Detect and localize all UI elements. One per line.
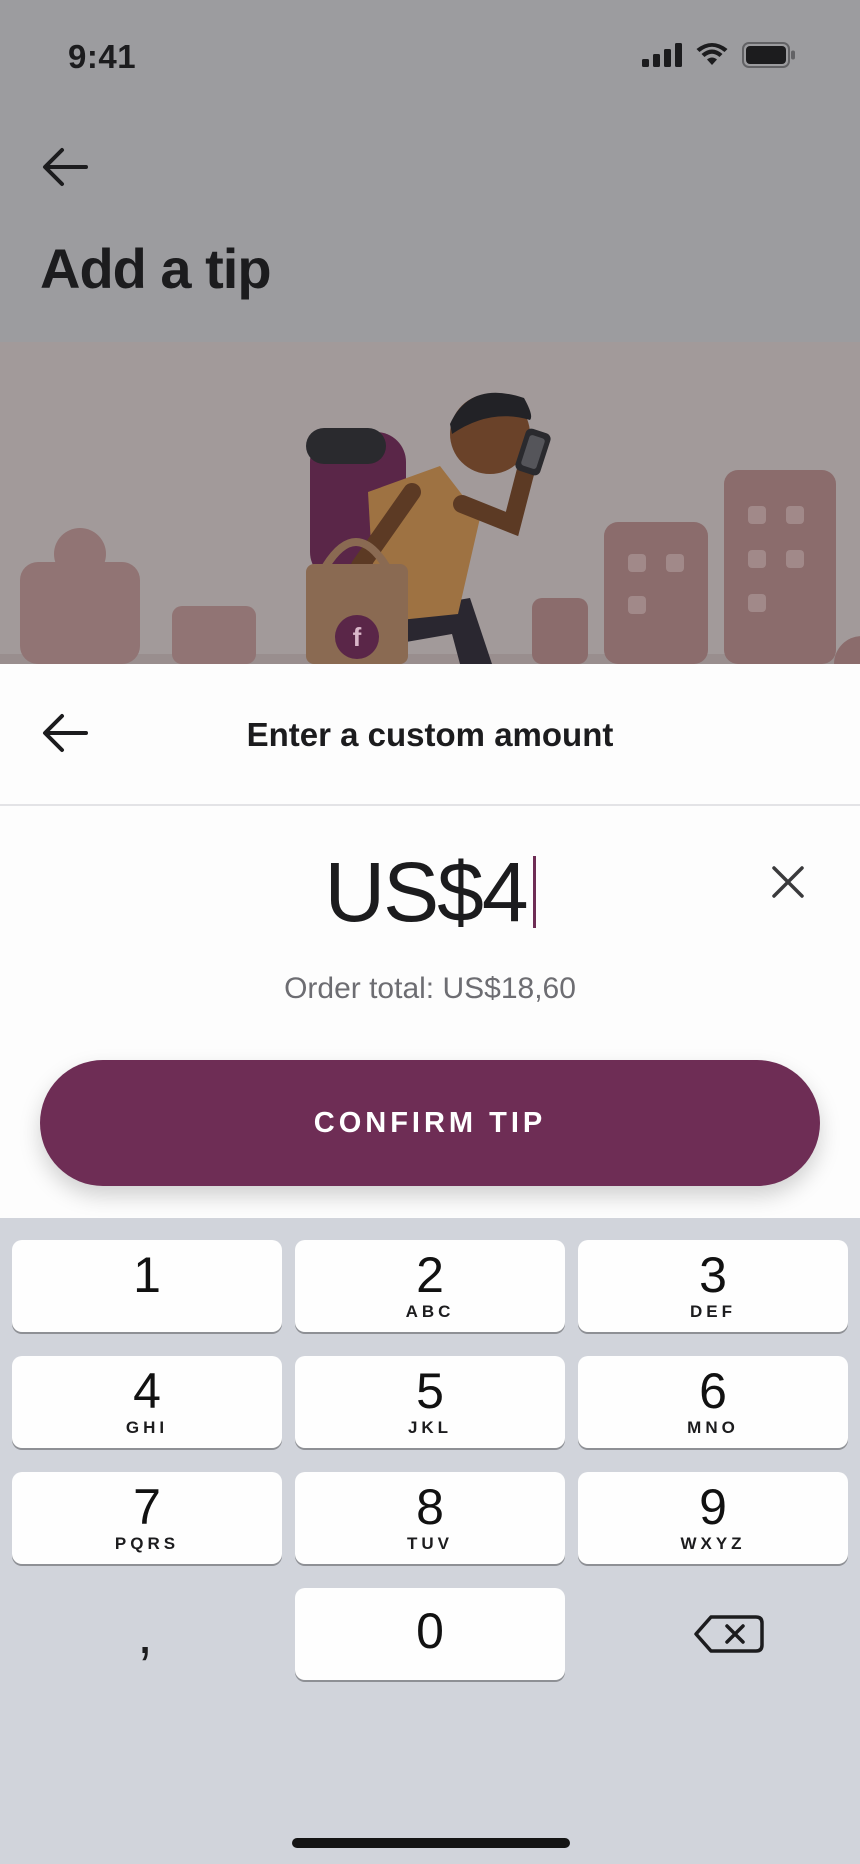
key-5[interactable]: 5 JKL [295, 1356, 565, 1448]
key-letters: MNO [687, 1418, 739, 1437]
battery-icon [742, 42, 795, 68]
amount-value: US$4 [324, 845, 528, 939]
home-indicator [292, 1838, 570, 1848]
key-3[interactable]: 3 DEF [578, 1240, 848, 1332]
custom-amount-sheet: Enter a custom amount US$4 Order total: … [0, 664, 860, 1218]
bag-logo: f [352, 622, 362, 652]
close-icon[interactable] [766, 860, 810, 904]
background-screen: 9:41 Add a tip f [0, 0, 860, 664]
key-number: 0 [416, 1603, 444, 1659]
key-number: 5 [416, 1363, 444, 1419]
key-number: 3 [699, 1247, 727, 1303]
confirm-tip-button[interactable]: CONFIRM TIP [40, 1060, 820, 1186]
key-letters: JKL [407, 1418, 453, 1437]
back-arrow-icon [43, 148, 88, 186]
key-6[interactable]: 6 MNO [578, 1356, 848, 1448]
sheet-title: Enter a custom amount [246, 716, 614, 753]
status-icons [642, 42, 796, 68]
key-number: 7 [133, 1479, 161, 1535]
key-9[interactable]: 9 WXYZ [578, 1472, 848, 1564]
key-letters: PQRS [114, 1534, 180, 1553]
key-number: 8 [416, 1479, 444, 1535]
key-letters: GHI [125, 1418, 169, 1437]
order-total: Order total: US$18,60 [284, 972, 576, 1005]
amount-input[interactable]: US$4 [0, 842, 860, 942]
key-number: 9 [699, 1479, 727, 1535]
key-letters: ABC [405, 1302, 455, 1321]
text-caret [532, 856, 536, 928]
status-time: 9:41 [68, 38, 137, 75]
wifi-icon [696, 43, 728, 65]
key-letters: TUV [407, 1534, 453, 1553]
signal-icon [642, 43, 682, 67]
key-number: 2 [416, 1247, 444, 1303]
key-letters: DEF [690, 1302, 736, 1321]
key-decimal-separator[interactable]: , [10, 1588, 280, 1680]
key-7[interactable]: 7 PQRS [12, 1472, 282, 1564]
background-page-title: Add a tip [40, 237, 272, 300]
key-number: 6 [699, 1363, 727, 1419]
backspace-icon [694, 1615, 764, 1653]
key-0[interactable]: 0 [295, 1588, 565, 1680]
key-1[interactable]: 1 [12, 1240, 282, 1332]
key-letters: WXYZ [680, 1534, 746, 1553]
key-8[interactable]: 8 TUV [295, 1472, 565, 1564]
key-number: 1 [133, 1247, 161, 1303]
numeric-keypad: 1 2 ABC 3 DEF 4 GHI 5 JKL 6 MNO 7 PQRS 8… [0, 1218, 860, 1864]
backspace-key[interactable] [578, 1588, 848, 1680]
key-number: 4 [133, 1363, 161, 1419]
sheet-header: Enter a custom amount [0, 664, 860, 806]
courier-illustration: f [0, 342, 860, 664]
key-2[interactable]: 2 ABC [295, 1240, 565, 1332]
key-4[interactable]: 4 GHI [12, 1356, 282, 1448]
